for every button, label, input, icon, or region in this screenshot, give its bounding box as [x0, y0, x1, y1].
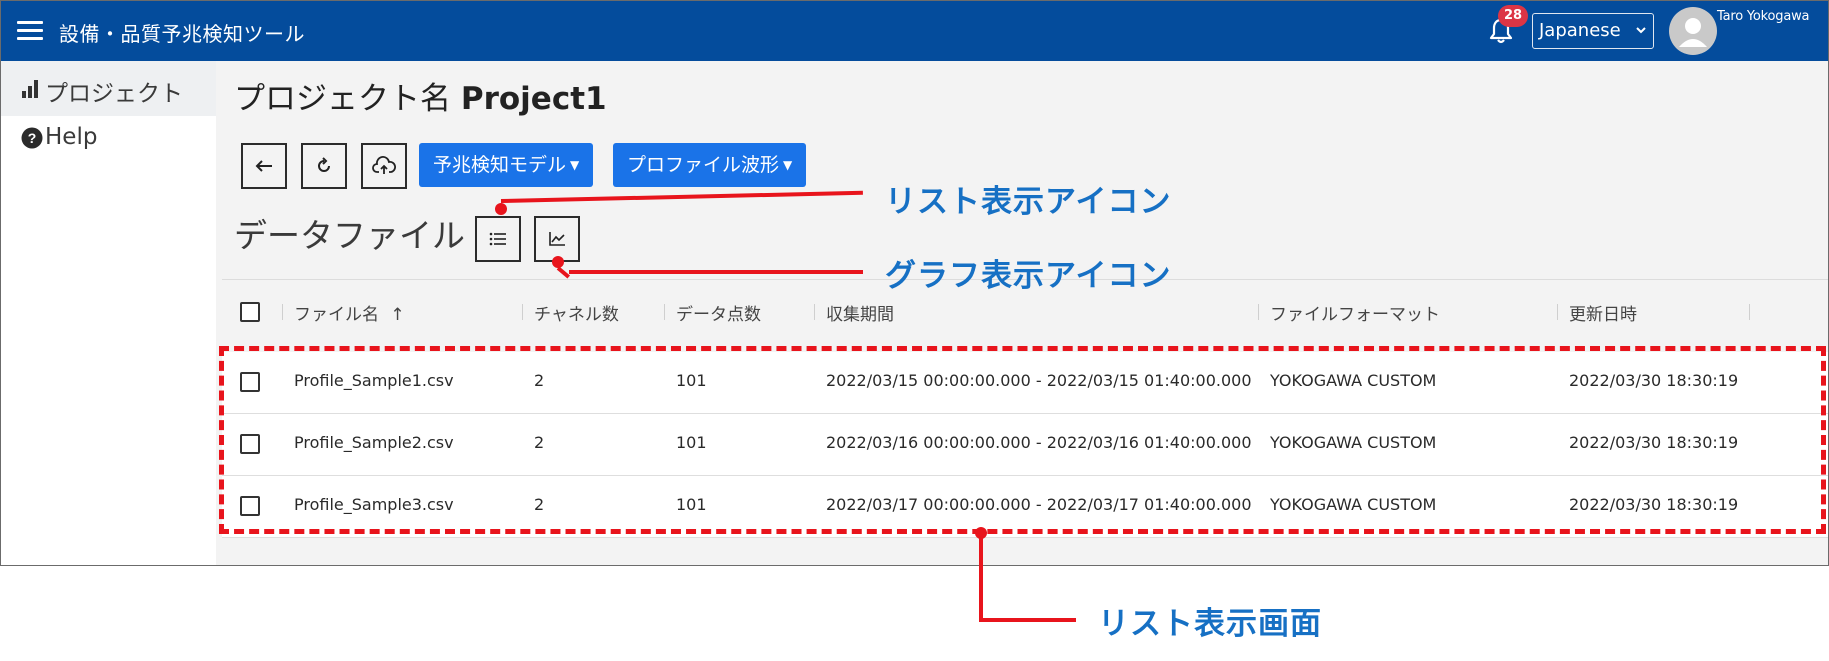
cell-updated: 2022/03/30 18:30:19 — [1569, 495, 1739, 514]
cell-period: 2022/03/16 00:00:00.000 - 2022/03/16 01:… — [826, 433, 1252, 452]
cell-file-name: Profile_Sample2.csv — [294, 433, 454, 452]
table-row[interactable]: Profile_Sample3.csv 2 101 2022/03/17 00:… — [222, 476, 1828, 538]
row-checkbox[interactable] — [240, 434, 260, 454]
section-title: データファイル — [234, 216, 465, 255]
data-grid: ファイル名 ↑ チャネル数 データ点数 収集期間 ファイルフォーマット 更新日時… — [222, 279, 1828, 565]
cloud-upload-icon — [372, 156, 396, 174]
model-menu-label: 予兆検知モデル — [433, 154, 567, 176]
bar-chart-icon — [21, 77, 43, 99]
help-circle-icon: ? — [21, 127, 43, 149]
cell-channels: 2 — [534, 495, 545, 514]
top-bar: 設備・品質予兆検知ツール 28 Japanese Taro Yokogawa — [1, 1, 1828, 61]
sidebar-item-help[interactable]: ? Help — [1, 111, 216, 166]
table-row[interactable]: Profile_Sample1.csv 2 101 2022/03/15 00:… — [222, 352, 1828, 414]
user-name: Taro Yokogawa — [1717, 9, 1810, 24]
project-name: Project1 — [460, 81, 607, 117]
back-button[interactable] — [241, 143, 287, 189]
line-chart-icon — [549, 232, 565, 246]
user-icon — [1679, 18, 1707, 47]
sort-asc-icon: ↑ — [390, 305, 405, 325]
model-menu-button[interactable]: 予兆検知モデル ▼ — [419, 143, 594, 187]
sidebar-item-label: プロジェクト — [45, 81, 183, 107]
annotation-list-icon: リスト表示アイコン — [885, 184, 1172, 220]
cell-updated: 2022/03/30 18:30:19 — [1569, 371, 1739, 390]
cell-points: 101 — [676, 371, 707, 390]
header-channels[interactable]: チャネル数 — [534, 300, 619, 325]
cell-format: YOKOGAWA CUSTOM — [1270, 433, 1437, 452]
sidebar-item-projects[interactable]: プロジェクト — [1, 61, 216, 116]
app-title: 設備・品質予兆検知ツール — [59, 22, 305, 46]
cell-points: 101 — [676, 433, 707, 452]
cell-channels: 2 — [534, 433, 545, 452]
profile-menu-label: プロファイル波形 — [627, 154, 780, 176]
sidebar-item-label: Help — [45, 124, 98, 150]
cell-format: YOKOGAWA CUSTOM — [1270, 495, 1437, 514]
refresh-icon — [318, 157, 330, 172]
cell-channels: 2 — [534, 371, 545, 390]
annotation-line — [979, 618, 1076, 622]
main-content: プロジェクト名 Project1 予兆検知モデル ▼ プロファイル波形 ▼ デー… — [216, 61, 1828, 565]
annotation-line — [979, 533, 983, 621]
chevron-down-icon — [1635, 14, 1647, 61]
hamburger-menu-icon[interactable] — [17, 21, 43, 41]
list-icon — [489, 232, 506, 246]
svg-text:?: ? — [28, 130, 37, 146]
cell-format: YOKOGAWA CUSTOM — [1270, 371, 1437, 390]
annotation-list-view: リスト表示画面 — [1098, 606, 1322, 642]
cell-period: 2022/03/15 00:00:00.000 - 2022/03/15 01:… — [826, 371, 1252, 390]
table-row[interactable]: Profile_Sample2.csv 2 101 2022/03/16 00:… — [222, 414, 1828, 476]
cell-file-name: Profile_Sample3.csv — [294, 495, 454, 514]
header-updated[interactable]: 更新日時 — [1569, 300, 1637, 325]
row-checkbox[interactable] — [240, 372, 260, 392]
caret-down-icon: ▼ — [570, 158, 580, 172]
refresh-button[interactable] — [301, 143, 347, 189]
profile-menu-button[interactable]: プロファイル波形 ▼ — [613, 143, 807, 187]
page-title-prefix: プロジェクト名 — [234, 81, 451, 117]
cell-period: 2022/03/17 00:00:00.000 - 2022/03/17 01:… — [826, 495, 1252, 514]
header-points[interactable]: データ点数 — [676, 300, 761, 325]
header-format[interactable]: ファイルフォーマット — [1270, 300, 1440, 325]
language-select[interactable]: Japanese — [1532, 13, 1654, 49]
header-period[interactable]: 収集期間 — [826, 300, 894, 325]
annotation-dot — [495, 203, 507, 215]
notification-badge: 28 — [1498, 5, 1529, 27]
sidebar: プロジェクト ? Help — [1, 61, 216, 565]
cell-file-name: Profile_Sample1.csv — [294, 371, 454, 390]
cell-updated: 2022/03/30 18:30:19 — [1569, 433, 1739, 452]
arrow-left-icon — [255, 160, 272, 172]
list-view-button[interactable] — [475, 216, 521, 262]
upload-button[interactable] — [361, 143, 407, 189]
select-all-checkbox[interactable] — [240, 302, 260, 322]
row-checkbox[interactable] — [240, 496, 260, 516]
caret-down-icon: ▼ — [783, 158, 793, 172]
language-value: Japanese — [1539, 20, 1621, 41]
annotation-graph-icon: グラフ表示アイコン — [885, 258, 1172, 294]
avatar[interactable] — [1669, 7, 1717, 55]
annotation-line — [569, 270, 863, 274]
page-title: プロジェクト名 Project1 — [234, 73, 607, 118]
header-file-name[interactable]: ファイル名 ↑ — [294, 300, 405, 325]
cell-points: 101 — [676, 495, 707, 514]
